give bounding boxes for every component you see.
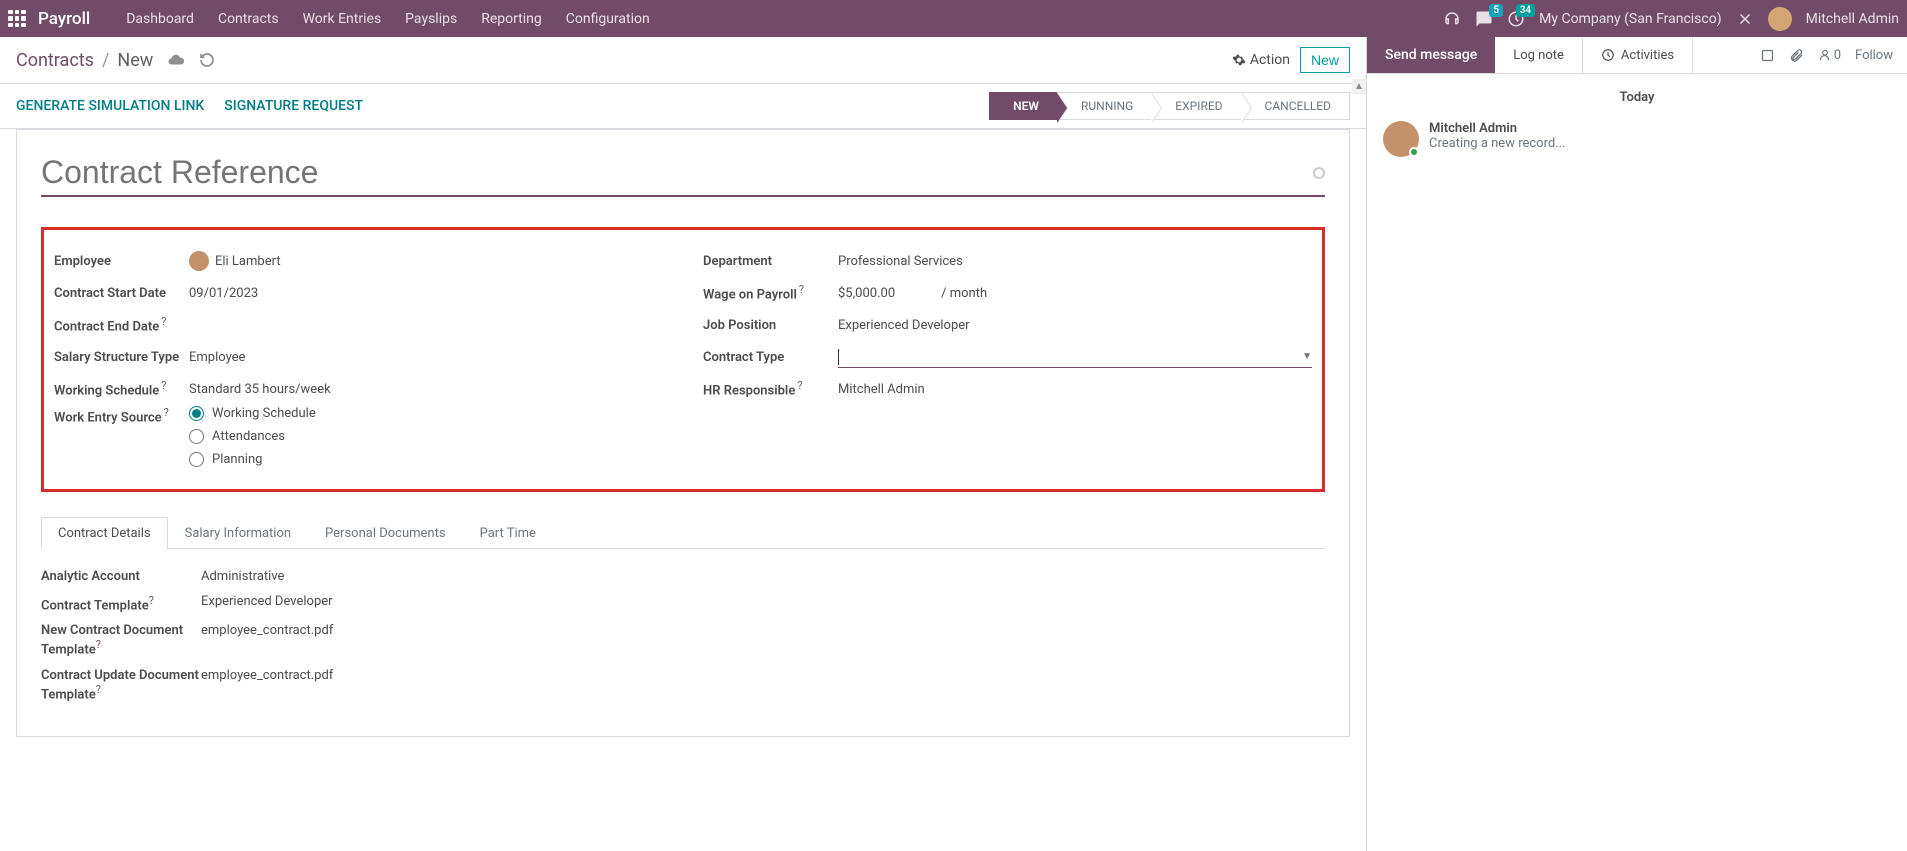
follow-button[interactable]: Follow — [1855, 48, 1893, 63]
radio-attendances[interactable]: Attendances — [189, 429, 316, 444]
breadcrumb: Contracts / New — [16, 50, 215, 71]
signature-request-button[interactable]: SIGNATURE REQUEST — [224, 98, 363, 114]
scroll-up-arrow[interactable]: ▲ — [1352, 79, 1366, 94]
chatter-message: Mitchell Admin Creating a new record... — [1383, 121, 1891, 157]
highlighted-fields: Employee Eli Lambert Contract Start Date… — [41, 227, 1325, 492]
label-contract-type: Contract Type — [703, 350, 838, 365]
label-employee: Employee — [54, 254, 189, 269]
label-end-date: Contract End Date? — [54, 315, 189, 334]
field-template[interactable]: Experienced Developer — [201, 594, 333, 613]
send-message-button[interactable]: Send message — [1367, 37, 1495, 73]
stage-cancelled[interactable]: CANCELLED — [1241, 92, 1350, 120]
user-name[interactable]: Mitchell Admin — [1806, 11, 1899, 27]
label-new-doc: New Contract Document Template? — [41, 623, 201, 657]
action-button[interactable]: Action — [1232, 52, 1290, 68]
stage-running[interactable]: RUNNING — [1057, 92, 1151, 120]
label-department: Department — [703, 254, 838, 269]
field-wage[interactable]: $5,000.00 / month — [838, 286, 1312, 301]
top-navbar: Payroll Dashboard Contracts Work Entries… — [0, 0, 1907, 37]
form-sheet: Employee Eli Lambert Contract Start Date… — [16, 129, 1350, 737]
breadcrumb-parent[interactable]: Contracts — [16, 50, 94, 71]
phone-icon[interactable] — [1443, 10, 1461, 28]
nav-configuration[interactable]: Configuration — [554, 11, 662, 27]
contract-reference-input[interactable] — [41, 154, 1313, 191]
generate-sim-link-button[interactable]: GENERATE SIMULATION LINK — [16, 98, 204, 114]
chatter-date-separator: Today — [1383, 90, 1891, 105]
message-author[interactable]: Mitchell Admin — [1429, 121, 1566, 136]
label-schedule: Working Schedule? — [54, 379, 189, 398]
form-tabs: Contract Details Salary Information Pers… — [41, 516, 1325, 549]
nav-contracts[interactable]: Contracts — [206, 11, 291, 27]
kanban-state-icon[interactable] — [1313, 167, 1325, 179]
online-status-icon — [1409, 147, 1419, 157]
activities-icon[interactable]: 34 — [1507, 10, 1525, 28]
tab-salary-information[interactable]: Salary Information — [168, 517, 308, 549]
nav-reporting[interactable]: Reporting — [469, 11, 554, 27]
messages-badge: 5 — [1489, 4, 1503, 17]
company-selector[interactable]: My Company (San Francisco) — [1539, 11, 1721, 27]
cloud-icon[interactable] — [167, 51, 185, 69]
chatter-panel: Send message Log note Activities 0 Follo… — [1367, 37, 1907, 851]
new-button[interactable]: New — [1300, 47, 1350, 73]
chevron-down-icon: ▼ — [1302, 351, 1312, 362]
field-start-date[interactable]: 09/01/2023 — [189, 286, 663, 301]
label-source: Work Entry Source? — [54, 406, 189, 425]
label-update-doc: Contract Update Document Template? — [41, 668, 201, 702]
field-department[interactable]: Professional Services — [838, 254, 1312, 269]
message-body: Creating a new record... — [1429, 136, 1566, 151]
field-position[interactable]: Experienced Developer — [838, 318, 1312, 333]
attachment-icon[interactable] — [1789, 48, 1804, 63]
tab-contract-details[interactable]: Contract Details — [41, 517, 168, 549]
apps-icon[interactable] — [8, 10, 26, 28]
field-contract-type[interactable]: ▼ — [838, 346, 1312, 368]
label-position: Job Position — [703, 318, 838, 333]
search-messages-icon[interactable] — [1760, 48, 1775, 63]
radio-planning[interactable]: Planning — [189, 452, 316, 467]
log-note-button[interactable]: Log note — [1495, 38, 1583, 73]
messages-icon[interactable]: 5 — [1475, 10, 1493, 28]
field-analytic[interactable]: Administrative — [201, 569, 284, 584]
label-wage: Wage on Payroll? — [703, 283, 838, 302]
tab-personal-documents[interactable]: Personal Documents — [308, 517, 463, 549]
breadcrumb-current: New — [117, 50, 153, 71]
discard-icon[interactable] — [199, 52, 215, 68]
field-schedule[interactable]: Standard 35 hours/week — [189, 382, 663, 397]
label-structure: Salary Structure Type — [54, 350, 189, 365]
label-template: Contract Template? — [41, 594, 201, 613]
field-structure[interactable]: Employee — [189, 350, 663, 365]
label-hr: HR Responsible? — [703, 379, 838, 398]
field-update-doc[interactable]: employee_contract.pdf — [201, 668, 333, 702]
user-avatar[interactable] — [1768, 7, 1792, 31]
stage-new[interactable]: NEW — [989, 92, 1057, 120]
app-title: Payroll — [38, 9, 90, 29]
nav-dashboard[interactable]: Dashboard — [114, 11, 206, 27]
employee-avatar-icon — [189, 251, 209, 271]
control-panel: Contracts / New Action New — [0, 37, 1366, 84]
field-employee[interactable]: Eli Lambert — [189, 251, 663, 271]
label-analytic: Analytic Account — [41, 569, 201, 584]
activities-badge: 34 — [1516, 4, 1535, 17]
tools-icon[interactable] — [1736, 10, 1754, 28]
nav-payslips[interactable]: Payslips — [393, 11, 469, 27]
message-avatar[interactable] — [1383, 121, 1419, 157]
nav-work-entries[interactable]: Work Entries — [291, 11, 394, 27]
label-start-date: Contract Start Date — [54, 286, 189, 301]
followers-button[interactable]: 0 — [1818, 48, 1841, 63]
field-hr[interactable]: Mitchell Admin — [838, 382, 1312, 397]
status-bar: GENERATE SIMULATION LINK SIGNATURE REQUE… — [0, 84, 1366, 129]
tab-part-time[interactable]: Part Time — [463, 517, 553, 549]
radio-working-schedule[interactable]: Working Schedule — [189, 406, 316, 421]
activities-button[interactable]: Activities — [1583, 38, 1693, 73]
stage-expired[interactable]: EXPIRED — [1151, 92, 1240, 120]
field-new-doc[interactable]: employee_contract.pdf — [201, 623, 333, 657]
